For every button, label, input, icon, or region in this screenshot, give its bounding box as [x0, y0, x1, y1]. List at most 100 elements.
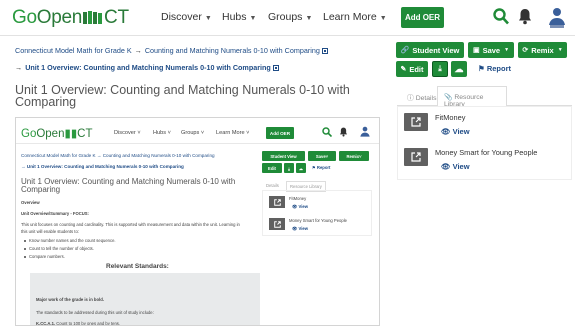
- embedded-breadcrumb-current-label: Unit 1 Overview: Counting and Matching N…: [26, 164, 184, 169]
- chevron-down-icon: ▼: [379, 15, 387, 22]
- embedded-breadcrumb-current: → Unit 1 Overview: Counting and Matching…: [21, 164, 184, 169]
- embedded-page-preview: GoOpen▮▮CT Discover ˅ Hubs ˅ Groups ˅ Le…: [15, 117, 380, 326]
- embedded-bullet: Know number names and the count sequence…: [24, 238, 116, 243]
- embedded-tab-details: Details: [266, 183, 279, 188]
- breadcrumb: Connecticut Model Math for Grade K → Count…: [15, 46, 328, 55]
- embedded-breadcrumb-parent: Connecticut Model Math for Grade K: [21, 153, 96, 158]
- caret-down-icon: ▼: [504, 47, 510, 53]
- embedded-add-oer-button: Add OER: [266, 127, 294, 139]
- download-button[interactable]: ⤓: [432, 61, 448, 77]
- embedded-save-label: Save: [315, 153, 326, 159]
- report-label: Report: [486, 64, 511, 73]
- embedded-remix-label: Remix: [346, 153, 360, 159]
- caret-down-icon: ▼: [557, 47, 563, 53]
- embedded-resource-view-label: View: [298, 204, 308, 209]
- cloud-upload-icon: ☁: [298, 165, 304, 171]
- tab-details[interactable]: ⓘ Details: [407, 92, 436, 102]
- pencil-icon: ✎: [400, 66, 407, 73]
- embedded-bullet: Compare numbers.: [24, 254, 65, 259]
- embedded-download-button: ⤓: [284, 163, 294, 173]
- eye-icon: 👁: [441, 162, 453, 171]
- bullet-dot: [24, 255, 26, 258]
- embedded-nav-learn-more: Learn More ˅: [216, 130, 250, 136]
- remix-label: Remix: [531, 45, 554, 55]
- embedded-nav-label: Discover: [114, 130, 136, 136]
- embedded-resource-name: Money Smart for Young People: [289, 218, 347, 223]
- embedded-overview-heading: Overview: [21, 200, 40, 205]
- embedded-nav-label: Learn More: [216, 130, 245, 136]
- flag-icon: ⚑: [478, 64, 487, 73]
- embedded-resource-name: FitMoney: [289, 196, 307, 201]
- save-icon: ▣: [472, 47, 480, 54]
- embedded-edit-button: Edit: [262, 163, 282, 173]
- report-link[interactable]: ⚑ Report: [478, 64, 511, 73]
- embedded-resource-view: 👁 View: [292, 204, 308, 209]
- embedded-bullet-text: Compare numbers.: [29, 254, 65, 259]
- resource-view-link[interactable]: 👁 View: [441, 127, 470, 136]
- embedded-summary-text-2: this unit will enable students to:: [21, 229, 79, 234]
- logo-ct-text: CT: [104, 7, 129, 28]
- resource-name: FitMoney: [435, 113, 466, 122]
- resource-view-label: View: [452, 127, 470, 136]
- student-view-label: Student View: [412, 45, 460, 55]
- nav-hubs[interactable]: Hubs ▼: [222, 11, 256, 23]
- embedded-standards-box: Major work of the grade is in bold. The …: [30, 273, 260, 326]
- embedded-standard: K.CC.A.1. Count to 100 by ones and by te…: [36, 321, 121, 326]
- external-resource-icon[interactable]: [404, 113, 428, 131]
- bell-icon[interactable]: [518, 8, 532, 25]
- search-icon[interactable]: [493, 8, 509, 25]
- upload-button[interactable]: ☁: [451, 61, 467, 77]
- save-label: Save: [482, 45, 501, 55]
- nav-groups[interactable]: Groups ▼: [268, 11, 312, 23]
- sidebar-tabs: ⓘ Details 📎 Resource Library: [397, 86, 572, 108]
- external-resource-icon[interactable]: [404, 148, 428, 166]
- tab-details-label: Details: [415, 95, 437, 102]
- embedded-logo-open: Open: [36, 128, 65, 140]
- logo-open-text: Open: [36, 7, 83, 28]
- embedded-remix-button: Remix ˅: [339, 151, 369, 161]
- book-icon: [83, 11, 103, 24]
- breadcrumb-current-link[interactable]: Unit 1 Overview: Counting and Matching N…: [25, 63, 271, 72]
- bell-icon: [339, 127, 348, 137]
- embedded-resource-view-label: View: [298, 226, 308, 231]
- embedded-breadcrumb-item: Counting and Matching Numerals 0-10 with…: [102, 153, 215, 158]
- breadcrumb-parent-link[interactable]: Connecticut Model Math for Grade K: [15, 46, 132, 55]
- tab-resource-library[interactable]: 📎 Resource Library: [437, 86, 507, 108]
- nav-hubs-label: Hubs: [222, 11, 247, 23]
- external-resource-icon: [269, 196, 285, 208]
- embedded-bullet-text: Know number names and the count sequence…: [29, 238, 116, 243]
- embedded-navbar: GoOpen▮▮CT Discover ˅ Hubs ˅ Groups ˅ Le…: [16, 118, 379, 144]
- add-oer-button[interactable]: Add OER: [401, 7, 444, 28]
- embedded-tab-resource-library-label: Resource Library: [290, 184, 322, 189]
- nav-groups-label: Groups: [268, 11, 303, 23]
- embedded-standard-text: Count to 100 by ones and by tens.: [56, 321, 121, 326]
- embedded-report-label: Report: [316, 165, 331, 170]
- download-icon: ⤓: [438, 64, 442, 73]
- breadcrumb-current: → Unit 1 Overview: Counting and Matching …: [15, 63, 279, 72]
- edit-button[interactable]: ✎ Edit: [396, 61, 428, 77]
- embedded-nav-label: Groups: [181, 130, 200, 136]
- link-icon: 🔗: [400, 47, 410, 54]
- breadcrumb-item-link[interactable]: Counting and Matching Numerals 0-10 with…: [145, 46, 320, 55]
- embedded-upload-button: ☁: [296, 163, 306, 173]
- chevron-down-icon: ▼: [204, 15, 212, 22]
- nav-discover[interactable]: Discover ▼: [161, 11, 212, 23]
- edit-label: Edit: [409, 64, 424, 74]
- embedded-logo: GoOpen▮▮CT: [21, 126, 93, 140]
- nav-learn-more-label: Learn More: [323, 11, 377, 23]
- chevron-down-icon: ▼: [249, 15, 257, 22]
- embedded-resource-view: 👁 View: [292, 226, 308, 231]
- remix-button[interactable]: ⟳ Remix ▼: [518, 42, 567, 58]
- download-icon: ⤓: [288, 165, 290, 171]
- user-avatar-icon[interactable]: [547, 5, 567, 29]
- goopenct-logo[interactable]: Go Open CT: [12, 7, 129, 29]
- breadcrumb-arrow: →: [15, 63, 23, 72]
- embedded-major-work: Major work of the grade is in bold.: [36, 297, 104, 302]
- embedded-student-view-button: Student View: [262, 151, 305, 161]
- embedded-summary-text: This unit focuses on counting and cardin…: [21, 222, 240, 227]
- nav-learn-more[interactable]: Learn More ▼: [323, 11, 387, 23]
- student-view-button[interactable]: 🔗 Student View: [396, 42, 464, 58]
- save-button[interactable]: ▣ Save ▼: [468, 42, 514, 58]
- embedded-breadcrumb: Connecticut Model Math for Grade K → Cou…: [21, 153, 215, 158]
- resource-view-link[interactable]: 👁 View: [441, 162, 470, 171]
